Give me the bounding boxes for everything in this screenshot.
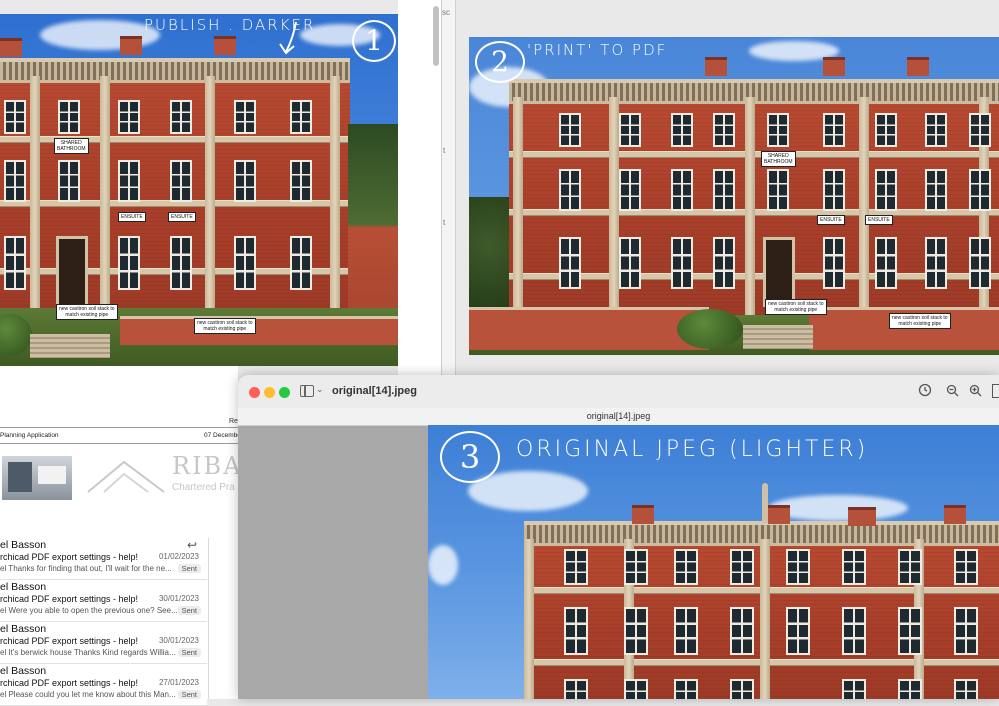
ensuite-label: ENSUITE (865, 215, 893, 225)
mail-badge: Sent (177, 564, 201, 573)
partial-text: t (443, 146, 446, 155)
document-subtitle: original[14].jpeg (238, 408, 999, 426)
title-bar: ⌄ original[14].jpeg (238, 375, 999, 409)
mail-item[interactable]: el Basson ↩ rchicad PDF export settings … (0, 538, 207, 580)
annotation-note: 'PRINT' TO PDF (527, 41, 668, 59)
mail-sender: el Basson (0, 623, 47, 635)
mail-item[interactable]: el Basson rchicad PDF export settings - … (0, 664, 207, 706)
doc-header-line (0, 427, 238, 428)
mail-sender: el Basson (0, 665, 47, 677)
mail-subject: rchicad PDF export settings - help! (0, 636, 139, 646)
soil-stack-label: new castiron soil stack to match existin… (765, 299, 827, 315)
close-button[interactable] (249, 387, 260, 398)
annotation-number: 3 (440, 431, 500, 483)
ensuite-label: ENSUITE (817, 215, 845, 225)
window-title: original[14].jpeg (332, 385, 417, 397)
mail-subject: rchicad PDF export settings - help! (0, 678, 139, 688)
divider-edge (441, 0, 456, 375)
mail-date: 30/01/2023 (158, 636, 199, 645)
annotation-number: 2 (475, 41, 525, 83)
partial-text: sc (442, 8, 450, 17)
mail-preview: el Thanks for finding that out, I'll wai… (0, 564, 172, 573)
mail-sender: el Basson (0, 539, 47, 551)
mail-item[interactable]: el Basson rchicad PDF export settings - … (0, 622, 207, 664)
mail-item[interactable]: el Basson rchicad PDF export settings - … (0, 580, 207, 622)
reply-icon: ↩ (186, 538, 198, 552)
photo-panel-pdf: SHARED BATHROOM ENSUITE ENSUITE new cast… (469, 37, 999, 355)
mail-preview: el Were you able to open the previous on… (0, 606, 178, 615)
mail-preview: el Please could you let me know about th… (0, 690, 176, 699)
minimize-button[interactable] (264, 387, 275, 398)
arrow-down-icon (278, 20, 304, 61)
soil-stack-label: new castiron soil stack to match existin… (56, 304, 118, 320)
sidebar-toggle-icon[interactable] (300, 385, 314, 397)
mail-date: 30/01/2023 (158, 594, 199, 603)
annotation-number: 1 (352, 20, 396, 62)
zoom-button[interactable] (279, 387, 290, 398)
mail-badge: Sent (177, 648, 201, 657)
mail-date: 01/02/2023 (158, 552, 199, 561)
mail-preview: el It's berwick house Thanks Kind regard… (0, 648, 176, 657)
partial-text: t (443, 218, 446, 227)
mail-subject: rchicad PDF export settings - help! (0, 552, 139, 562)
soil-stack-label: new castiron soil stack to match existin… (889, 313, 951, 329)
mail-list: el Basson ↩ rchicad PDF export settings … (0, 538, 209, 706)
chevron-down-icon[interactable]: ⌄ (316, 384, 324, 395)
mail-sender: el Basson (0, 581, 47, 593)
ensuite-label: ENSUITE (168, 212, 196, 222)
zoom-in-icon[interactable] (969, 384, 982, 402)
ensuite-label: ENSUITE (118, 212, 146, 222)
shared-bathroom-label: SHARED BATHROOM (54, 138, 89, 154)
annotation-note: ORIGINAL JPEG (LIGHTER) (516, 437, 869, 462)
mail-badge: Sent (177, 690, 201, 699)
mail-badge: Sent (177, 606, 201, 615)
mail-subject: rchicad PDF export settings - help! (0, 594, 139, 604)
preview-window: ⌄ original[14].jpeg original[14].jpeg 3 … (238, 375, 999, 699)
doc-divider (0, 443, 238, 444)
shared-bathroom-label: SHARED BATHROOM (761, 151, 796, 167)
photo-panel-original: 3 ORIGINAL JPEG (LIGHTER) (428, 425, 999, 699)
doc-left-text: Planning Application (0, 432, 59, 439)
zoom-out-icon[interactable] (946, 384, 959, 402)
riba-logo: RIBA Chartered Pra (84, 452, 241, 502)
markup-info-icon[interactable] (918, 383, 932, 402)
scrollbar[interactable] (433, 6, 439, 66)
mail-date: 27/01/2023 (158, 678, 199, 687)
share-icon[interactable] (992, 384, 999, 398)
doc-thumbnail (2, 456, 72, 500)
photo-panel-darker: SHARED BATHROOM ENSUITE ENSUITE new cast… (0, 14, 398, 366)
soil-stack-label: new castiron soil stack to match existin… (194, 318, 256, 334)
